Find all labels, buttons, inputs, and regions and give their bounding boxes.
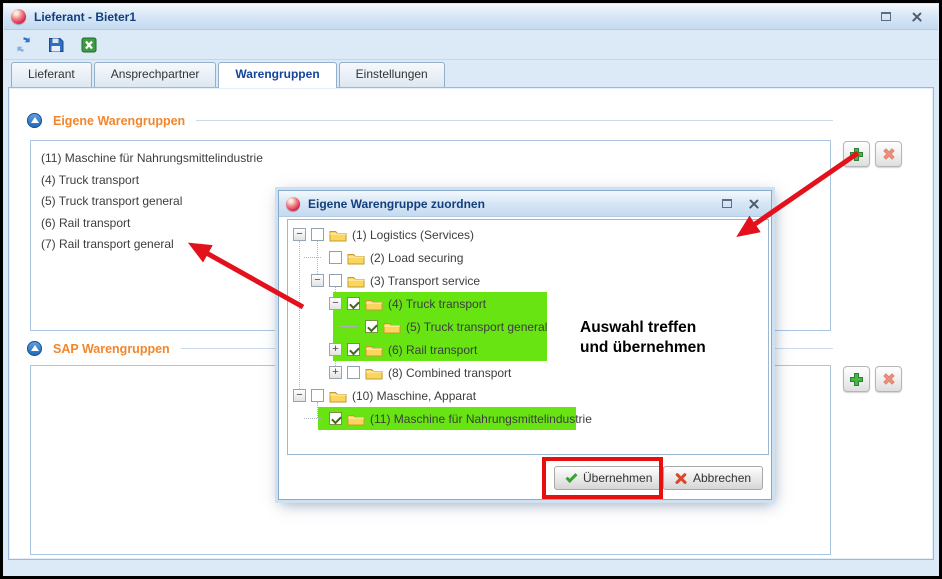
leaf-connector	[347, 320, 360, 333]
uebernehmen-label: Übernehmen	[583, 471, 652, 485]
close-icon[interactable]	[748, 198, 760, 210]
folder-icon	[329, 228, 347, 242]
collapse-up-icon[interactable]	[27, 113, 42, 128]
tree-node-label[interactable]: (3) Transport service	[370, 274, 480, 288]
check-icon	[565, 470, 577, 482]
app-logo-icon	[11, 9, 26, 24]
tree-node-label[interactable]: (1) Logistics (Services)	[352, 228, 474, 242]
cancel-x-icon	[675, 472, 687, 484]
abbrechen-label: Abbrechen	[693, 471, 751, 485]
folder-icon	[365, 343, 383, 357]
tree-row-highlighted: (11) Maschine für Nahrungsmittelindustri…	[288, 407, 768, 430]
app-logo-icon	[286, 197, 300, 211]
toolbar	[4, 30, 938, 60]
collapse-expander-icon[interactable]	[293, 389, 306, 402]
folder-icon	[347, 274, 365, 288]
excel-export-icon[interactable]	[79, 35, 99, 55]
folder-icon	[329, 389, 347, 403]
tree-node-label[interactable]: (2) Load securing	[370, 251, 463, 265]
leaf-connector	[311, 412, 324, 425]
window-title: Lieferant - Bieter1	[34, 10, 873, 24]
folder-icon	[383, 320, 401, 334]
checkbox[interactable]	[329, 274, 342, 287]
abbrechen-button[interactable]: Abbrechen	[663, 466, 763, 490]
checkbox[interactable]	[311, 228, 324, 241]
annotation-text: Auswahl treffen und übernehmen	[580, 318, 706, 358]
folder-icon	[347, 251, 365, 265]
checkbox[interactable]	[329, 251, 342, 264]
tree-node-label[interactable]: (4) Truck transport	[388, 297, 486, 311]
tab-bar: Lieferant Ansprechpartner Warengruppen E…	[11, 62, 934, 88]
own-section-title: Eigene Warengruppen	[53, 114, 185, 128]
dialog-titlebar: Eigene Warengruppe zuordnen	[279, 191, 771, 217]
section-divider	[196, 120, 833, 121]
add-own-warengruppe-button[interactable]	[843, 141, 870, 167]
delete-x-icon	[882, 147, 896, 161]
remove-sap-warengruppe-button[interactable]	[875, 366, 902, 392]
folder-icon	[365, 297, 383, 311]
collapse-expander-icon[interactable]	[293, 228, 306, 241]
folder-icon	[365, 366, 383, 380]
tree-node-label[interactable]: (11) Maschine für Nahrungsmittelindustri…	[370, 412, 592, 426]
tree-row: (1) Logistics (Services)	[288, 223, 768, 246]
maximize-icon[interactable]	[722, 199, 732, 208]
warengruppen-tree: (1) Logistics (Services) (2) Load securi…	[287, 219, 769, 455]
tab-lieferant[interactable]: Lieferant	[11, 62, 92, 87]
expand-expander-icon[interactable]	[329, 366, 342, 379]
tree-node-label[interactable]: (6) Rail transport	[388, 343, 477, 357]
collapse-expander-icon[interactable]	[329, 297, 342, 310]
add-sap-warengruppe-button[interactable]	[843, 366, 870, 392]
checkbox-checked[interactable]	[347, 343, 360, 356]
plus-icon	[849, 372, 864, 387]
delete-x-icon	[882, 372, 896, 386]
folder-icon	[347, 412, 365, 426]
save-icon[interactable]	[46, 35, 66, 55]
collapse-up-icon[interactable]	[27, 341, 42, 356]
plus-icon	[849, 147, 864, 162]
checkbox-checked[interactable]	[347, 297, 360, 310]
tab-einstellungen[interactable]: Einstellungen	[339, 62, 445, 87]
tree-row-highlighted: (4) Truck transport	[288, 292, 768, 315]
tree-node-label[interactable]: (8) Combined transport	[388, 366, 511, 380]
checkbox-checked[interactable]	[329, 412, 342, 425]
tree-node-label[interactable]: (5) Truck transport general	[406, 320, 547, 334]
remove-own-warengruppe-button[interactable]	[875, 141, 902, 167]
dialog-title: Eigene Warengruppe zuordnen	[308, 197, 714, 211]
close-icon[interactable]	[911, 11, 923, 23]
list-item[interactable]: (11) Maschine für Nahrungsmittelindustri…	[41, 148, 820, 170]
checkbox-checked[interactable]	[365, 320, 378, 333]
tree-row: (8) Combined transport	[288, 361, 768, 384]
assign-warengruppe-dialog: Eigene Warengruppe zuordnen (1) Logistic…	[278, 190, 772, 500]
collapse-expander-icon[interactable]	[311, 274, 324, 287]
expand-expander-icon[interactable]	[329, 343, 342, 356]
list-item[interactable]: (4) Truck transport	[41, 170, 820, 192]
tree-row: (2) Load securing	[288, 246, 768, 269]
window-titlebar: Lieferant - Bieter1	[4, 4, 938, 30]
own-warengruppen-header: Eigene Warengruppen	[27, 113, 833, 128]
uebernehmen-button[interactable]: Übernehmen	[554, 466, 664, 490]
leaf-connector	[311, 251, 324, 264]
tab-ansprechpartner[interactable]: Ansprechpartner	[94, 62, 217, 87]
tab-warengruppen[interactable]: Warengruppen	[218, 62, 336, 88]
checkbox[interactable]	[311, 389, 324, 402]
checkbox[interactable]	[347, 366, 360, 379]
tree-row: (10) Maschine, Apparat	[288, 384, 768, 407]
sap-section-title: SAP Warengruppen	[53, 342, 170, 356]
tree-row: (3) Transport service	[288, 269, 768, 292]
tree-node-label[interactable]: (10) Maschine, Apparat	[352, 389, 476, 403]
refresh-icon[interactable]	[13, 35, 33, 55]
maximize-icon[interactable]	[881, 12, 891, 21]
